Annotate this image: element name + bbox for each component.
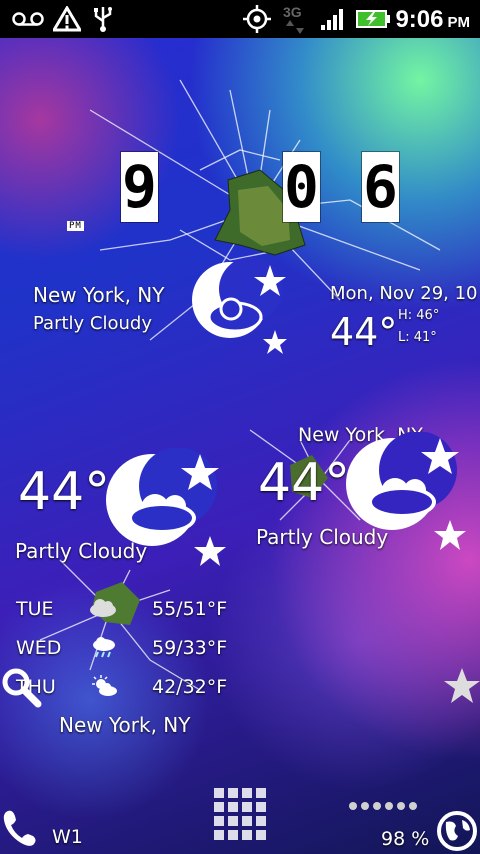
- clock-widget-temperature: 44°: [330, 310, 398, 354]
- forecast-temps-wed: 59/33°F: [152, 637, 228, 659]
- partly-cloudy-night-icon: [192, 257, 287, 354]
- status-clock: 9:06 PM: [395, 0, 470, 38]
- battery-charging-icon: [354, 0, 392, 38]
- page-dot: [409, 802, 417, 810]
- clock-widget-date: Mon, Nov 29, 10: [330, 283, 478, 304]
- clock-minute-ones-digit[interactable]: 6: [362, 152, 399, 222]
- forecast-day-tue: TUE: [16, 598, 54, 620]
- left-widget-moon-icon: [106, 448, 226, 566]
- cloudy-icon: [90, 599, 116, 617]
- clock-ampm-label: PM: [67, 221, 84, 231]
- page-dot: [349, 802, 357, 810]
- right-widget-temperature[interactable]: 44°: [258, 453, 350, 513]
- usb-icon: [90, 0, 116, 38]
- search-icon[interactable]: [0, 666, 42, 708]
- warning-icon: [52, 0, 82, 38]
- clock-hour-digit[interactable]: 9: [121, 152, 158, 222]
- page-dot: [385, 802, 393, 810]
- data-arrows-icon: [284, 18, 306, 36]
- phone-icon[interactable]: [0, 808, 40, 848]
- signal-icon: [318, 0, 348, 38]
- phone-label: W1: [52, 826, 83, 848]
- forecast-day-wed: WED: [16, 637, 62, 659]
- left-widget-location: New York, NY: [59, 713, 191, 737]
- globe-icon[interactable]: [436, 810, 478, 852]
- clock-widget-low: L: 41°: [398, 330, 437, 345]
- clock-widget-location[interactable]: New York, NY: [33, 283, 164, 307]
- status-ampm: PM: [447, 14, 471, 31]
- sun-cloud-icon: [92, 675, 117, 696]
- app-drawer-icon[interactable]: [214, 788, 266, 840]
- clock-widget-high: H: 46°: [398, 308, 440, 323]
- status-bar: 3G 9:06 PM: [0, 0, 480, 38]
- star-icon[interactable]: [442, 666, 480, 706]
- forecast-temps-tue: 55/51°F: [152, 598, 228, 620]
- rain-icon: [93, 637, 115, 658]
- gps-icon: [240, 0, 274, 38]
- forecast-temps-thu: 42/32°F: [152, 676, 228, 698]
- left-widget-temperature[interactable]: 44°: [18, 462, 110, 522]
- voicemail-icon: [10, 0, 46, 38]
- page-dot: [361, 802, 369, 810]
- page-dot: [373, 802, 381, 810]
- page-dot: [397, 802, 405, 810]
- battery-percent: 98 %: [381, 828, 430, 850]
- clock-widget-condition: Partly Cloudy: [33, 313, 152, 334]
- right-widget-moon-icon: [346, 432, 466, 550]
- clock-minute-tens-digit[interactable]: 0: [283, 152, 320, 222]
- status-time: 9:06: [395, 6, 444, 33]
